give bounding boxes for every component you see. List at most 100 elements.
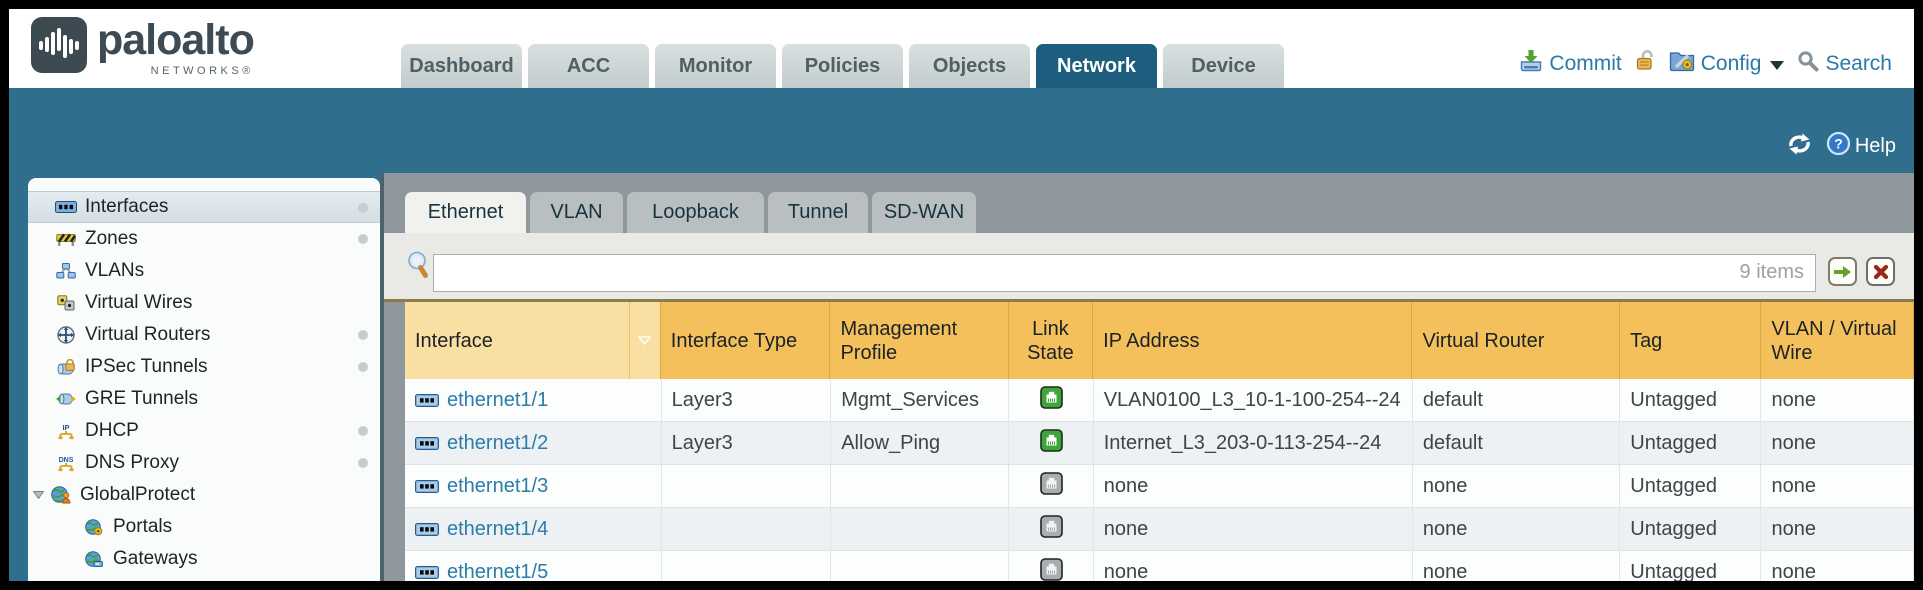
tab-tunnel[interactable]: Tunnel: [768, 192, 868, 233]
table-row: ethernet1/4 none none Untagged none: [405, 508, 1914, 551]
config-button[interactable]: Config: [1669, 49, 1785, 78]
sidebar-item-vlans[interactable]: VLANs: [28, 255, 380, 287]
search-button[interactable]: Search: [1797, 50, 1892, 78]
column-header-link-state[interactable]: Link State: [1009, 302, 1093, 379]
column-header-interface[interactable]: Interface: [405, 302, 661, 379]
globalprotect-icon: [50, 486, 72, 504]
items-count: 9 items: [1740, 261, 1804, 284]
sidebar-item-ipsec-tunnels[interactable]: IPSec Tunnels: [28, 351, 380, 383]
tab-dashboard[interactable]: Dashboard: [401, 44, 522, 88]
tab-vlan[interactable]: VLAN: [530, 192, 623, 233]
paloalto-pulse-icon: [31, 17, 87, 73]
content-toolbar: ? Help: [1786, 131, 1896, 161]
sidebar-item-globalprotect[interactable]: GlobalProtect: [28, 479, 380, 511]
sidebar-item-gateways[interactable]: Gateways: [28, 543, 380, 575]
brand-sub: NETWORKS®: [151, 65, 254, 77]
item-dot: [358, 203, 368, 213]
cell-tag: Untagged: [1620, 379, 1761, 421]
sidebar-item-dns-proxy[interactable]: DNS DNS Proxy: [28, 447, 380, 479]
cell-vlan: none: [1761, 465, 1914, 507]
expand-arrow-icon[interactable]: [33, 491, 47, 499]
column-header-ip-address[interactable]: IP Address: [1093, 302, 1412, 379]
tab-ethernet[interactable]: Ethernet: [405, 192, 526, 233]
lock-button[interactable]: [1635, 49, 1656, 78]
interfaces-icon: [55, 201, 77, 213]
brand-name: paloalto: [97, 17, 254, 63]
ethernet-port-icon: [415, 394, 439, 407]
tab-acc[interactable]: ACC: [528, 44, 649, 88]
refresh-icon[interactable]: [1786, 133, 1813, 160]
cell-virtual-router: default: [1413, 379, 1620, 421]
column-header-virtual-router[interactable]: Virtual Router: [1412, 302, 1620, 379]
virtual-routers-icon: [55, 326, 77, 344]
link-state-down-icon: [1040, 558, 1063, 582]
cell-virtual-router: none: [1413, 551, 1620, 581]
cell-management-profile: [831, 551, 1009, 581]
clear-filter-button[interactable]: [1866, 257, 1895, 286]
ipsec-tunnels-icon: [55, 359, 77, 375]
sidebar-item-zones[interactable]: Zones: [28, 223, 380, 255]
sidebar-item-dhcp[interactable]: IP DHCP: [28, 415, 380, 447]
table-row: ethernet1/1 Layer3 Mgmt_Services VLAN010…: [405, 379, 1914, 422]
sidebar-item-portals[interactable]: Portals: [28, 511, 380, 543]
table-header: Interface Interface Type Management Prof…: [405, 302, 1914, 379]
cell-ip-address: none: [1094, 551, 1413, 581]
cell-tag: Untagged: [1620, 551, 1761, 581]
interface-link[interactable]: ethernet1/5: [447, 561, 548, 582]
interface-link[interactable]: ethernet1/1: [447, 389, 548, 412]
tab-monitor[interactable]: Monitor: [655, 44, 776, 88]
cell-virtual-router: default: [1413, 422, 1620, 464]
main-nav: Dashboard ACC Monitor Policies Objects N…: [401, 44, 1284, 88]
dhcp-icon: IP: [55, 423, 77, 440]
interface-link[interactable]: ethernet1/4: [447, 518, 548, 541]
cell-tag: Untagged: [1620, 465, 1761, 507]
tab-loopback[interactable]: Loopback: [627, 192, 764, 233]
link-state-up-icon: [1040, 386, 1063, 415]
help-button[interactable]: ? Help: [1826, 131, 1896, 161]
svg-text:IP: IP: [62, 423, 69, 432]
column-header-interface-type[interactable]: Interface Type: [661, 302, 831, 379]
tab-device[interactable]: Device: [1163, 44, 1284, 88]
interface-link[interactable]: ethernet1/3: [447, 475, 548, 498]
cell-management-profile: Allow_Ping: [831, 422, 1009, 464]
interface-type-tabs: Ethernet VLAN Loopback Tunnel SD-WAN: [405, 192, 976, 233]
paloalto-logo: paloalto NETWORKS®: [31, 17, 254, 77]
filter-input[interactable]: [433, 254, 1816, 292]
cell-ip-address: none: [1094, 508, 1413, 550]
link-state-down-icon: [1040, 472, 1063, 501]
virtual-wires-icon: [55, 295, 77, 311]
link-state-down-icon: [1040, 515, 1063, 544]
cell-interface-type: [662, 465, 832, 507]
chevron-down-icon: [1770, 61, 1784, 70]
tab-sdwan[interactable]: SD-WAN: [872, 192, 976, 233]
filter-search-icon: [406, 251, 430, 284]
cell-interface-type: [662, 508, 832, 550]
column-menu-button[interactable]: [629, 302, 660, 379]
cell-virtual-router: none: [1413, 465, 1620, 507]
tab-network[interactable]: Network: [1036, 44, 1157, 88]
sort-triangle-icon: [638, 336, 651, 345]
ethernet-port-icon: [415, 480, 439, 493]
cell-vlan: none: [1761, 508, 1914, 550]
cell-tag: Untagged: [1620, 422, 1761, 464]
interface-link[interactable]: ethernet1/2: [447, 432, 548, 455]
ethernet-port-icon: [415, 566, 439, 579]
item-dot: [358, 426, 368, 436]
table-body: ethernet1/1 Layer3 Mgmt_Services VLAN010…: [405, 379, 1914, 581]
item-dot: [358, 330, 368, 340]
column-header-management-profile[interactable]: Management Profile: [830, 302, 1008, 379]
column-header-vlan-virtual-wire[interactable]: VLAN / Virtual Wire: [1761, 302, 1914, 379]
cell-virtual-router: none: [1413, 508, 1620, 550]
item-dot: [358, 234, 368, 244]
column-header-tag[interactable]: Tag: [1620, 302, 1761, 379]
sidebar-item-virtual-routers[interactable]: Virtual Routers: [28, 319, 380, 351]
tab-policies[interactable]: Policies: [782, 44, 903, 88]
sidebar-item-virtual-wires[interactable]: Virtual Wires: [28, 287, 380, 319]
sidebar-item-interfaces[interactable]: Interfaces: [28, 191, 380, 223]
apply-filter-button[interactable]: [1828, 257, 1857, 286]
sidebar-item-gre-tunnels[interactable]: GRE Tunnels: [28, 383, 380, 415]
commit-button[interactable]: Commit: [1519, 49, 1621, 78]
tab-objects[interactable]: Objects: [909, 44, 1030, 88]
commit-icon: [1519, 49, 1543, 78]
top-actions: Commit: [1519, 49, 1892, 78]
